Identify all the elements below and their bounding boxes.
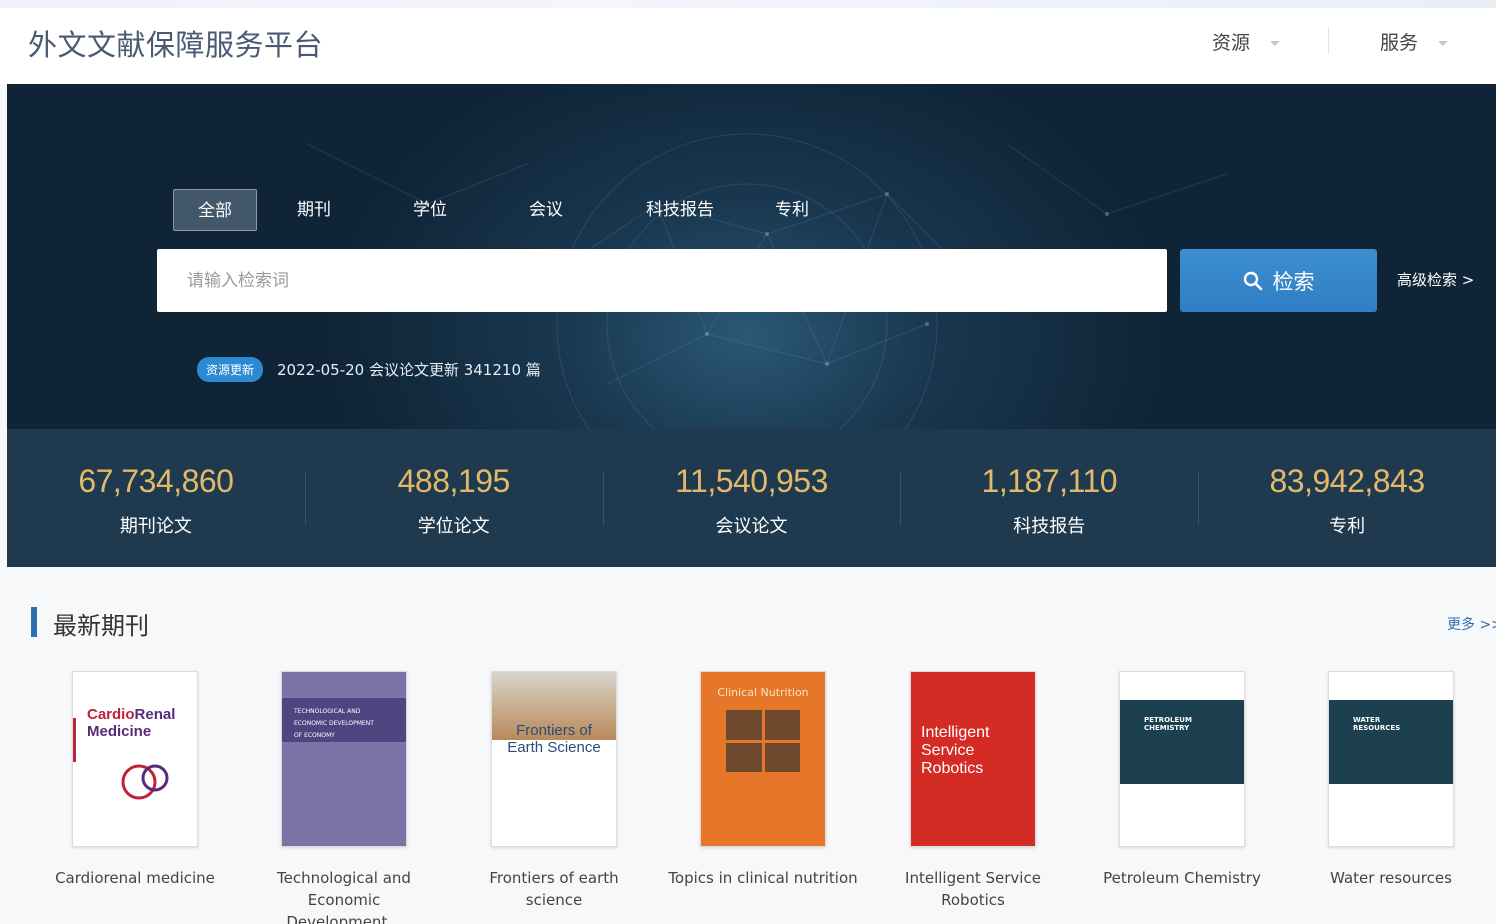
cover-title-line: TECHNOLOGICAL AND: [294, 708, 361, 715]
nav-services-label: 服务: [1380, 32, 1419, 54]
section-accent-bar: [31, 607, 37, 637]
journal-title[interactable]: Water resources: [1296, 867, 1486, 889]
stat-value: 1,187,110: [981, 463, 1118, 499]
section-title: 最新期刊: [53, 612, 149, 640]
search-hero: 全部 期刊 学位 会议 科技报告 专利 检索 高级检索 > 资源更新 2022-…: [7, 84, 1496, 429]
stat-label: 会议论文: [715, 516, 788, 537]
journal-card[interactable]: TECHNOLOGICAL AND ECONOMIC DEVELOPMENT O…: [249, 671, 439, 924]
journal-title[interactable]: Petroleum Chemistry: [1087, 867, 1277, 889]
update-badge: 资源更新: [197, 357, 264, 382]
cover-decor: [73, 718, 76, 762]
cover-image-grid: [726, 710, 800, 772]
journal-title[interactable]: Topics in clinical nutrition: [668, 867, 858, 889]
journal-cover[interactable]: TECHNOLOGICAL AND ECONOMIC DEVELOPMENT O…: [281, 671, 407, 847]
journal-card[interactable]: PETROLEUM CHEMISTRY Petroleum Chemistry: [1087, 671, 1277, 889]
stat-patents[interactable]: 83,942,843 专利: [1198, 429, 1496, 567]
search-button-label: 检索: [1272, 269, 1315, 294]
journal-title[interactable]: Cardiorenal medicine: [40, 867, 230, 889]
search-button[interactable]: 检索: [1180, 249, 1377, 312]
journal-cover[interactable]: WATER RESOURCES: [1328, 671, 1454, 847]
update-notice: 资源更新 2022-05-20 会议论文更新 341210 篇: [197, 357, 541, 382]
tab-conferences[interactable]: 会议: [521, 189, 571, 231]
cover-decor: [1120, 700, 1244, 784]
cover-title: Frontiers of Earth Science: [507, 722, 601, 756]
journal-cover[interactable]: Intelligent Service Robotics: [910, 671, 1036, 847]
journal-cover[interactable]: Clinical Nutrition: [700, 671, 826, 847]
site-logo[interactable]: 外文文献保障服务平台: [28, 22, 323, 64]
stat-journal-papers[interactable]: 67,734,860 期刊论文: [7, 429, 305, 567]
cover-title: Clinical Nutrition: [717, 686, 809, 699]
journal-cover[interactable]: Frontiers of Earth Science: [491, 671, 617, 847]
stat-value: 83,942,843: [1269, 463, 1426, 499]
journal-title[interactable]: Frontiers of earth science: [459, 867, 649, 911]
cover-decor: [1329, 700, 1453, 784]
tab-patents[interactable]: 专利: [767, 189, 817, 231]
cover-title: WATER RESOURCES: [1353, 716, 1401, 732]
cover-title: Intelligent Service Robotics: [921, 724, 990, 777]
nav-resources-label: 资源: [1212, 32, 1251, 54]
journal-title[interactable]: Technological and Economic Development..…: [249, 867, 439, 924]
cover-title: PETROLEUM CHEMISTRY: [1144, 716, 1192, 732]
search-type-tabs: 全部 期刊 学位 会议 科技报告 专利: [173, 189, 817, 231]
journal-card[interactable]: Intelligent Service Robotics Intelligent S…: [878, 671, 1068, 911]
journal-cover[interactable]: PETROLEUM CHEMISTRY: [1119, 671, 1245, 847]
journal-cover[interactable]: CardioRenal Medicine: [72, 671, 198, 847]
header-decor: [0, 0, 1496, 8]
nav-services[interactable]: 服务: [1380, 28, 1449, 55]
stat-value: 11,540,953: [675, 463, 828, 499]
chevron-down-icon: [1270, 40, 1281, 46]
nav-resources[interactable]: 资源: [1212, 28, 1281, 55]
update-text[interactable]: 2022-05-20 会议论文更新 341210 篇: [277, 359, 541, 380]
stats-bar: 67,734,860 期刊论文 488,195 学位论文 11,540,953 …: [7, 429, 1496, 567]
tab-degrees[interactable]: 学位: [405, 189, 455, 231]
stat-value: 67,734,860: [78, 463, 234, 499]
search-input[interactable]: [157, 249, 1167, 312]
stat-label: 专利: [1329, 516, 1366, 537]
advanced-search-link[interactable]: 高级检索 >: [1397, 269, 1474, 290]
journal-card[interactable]: Clinical Nutrition Topics in clinical nu…: [668, 671, 858, 889]
journal-title[interactable]: Intelligent Service Robotics: [878, 867, 1068, 911]
tab-tech-reports[interactable]: 科技报告: [635, 189, 725, 231]
cover-heart-graphic: [121, 764, 169, 800]
more-link[interactable]: 更多 >>: [1447, 614, 1496, 634]
journal-card[interactable]: WATER RESOURCES Water resources: [1296, 671, 1486, 889]
stat-dissertations[interactable]: 488,195 学位论文: [304, 429, 603, 567]
chevron-down-icon: [1438, 40, 1449, 46]
journal-card[interactable]: Frontiers of Earth Science Frontiers of e…: [459, 671, 649, 911]
stat-conference-papers[interactable]: 11,540,953 会议论文: [602, 429, 901, 567]
search-icon: [1243, 271, 1262, 290]
cover-title-line: ECONOMIC DEVELOPMENT: [294, 720, 374, 727]
tab-journals[interactable]: 期刊: [289, 189, 339, 231]
journal-card[interactable]: CardioRenal Medicine Cardiorenal medicine: [40, 671, 230, 889]
tab-all[interactable]: 全部: [173, 189, 257, 231]
nav-divider: [1328, 28, 1329, 54]
cover-title-line: OF ECONOMY: [294, 732, 335, 739]
stat-label: 学位论文: [417, 516, 490, 537]
stat-label: 期刊论文: [119, 516, 192, 537]
stat-value: 488,195: [397, 463, 511, 499]
stat-label: 科技报告: [1013, 516, 1086, 537]
stat-tech-reports[interactable]: 1,187,110 科技报告: [900, 429, 1198, 567]
top-header: 外文文献保障服务平台 资源 服务: [0, 0, 1496, 84]
cover-title: CardioRenal Medicine: [87, 706, 176, 740]
